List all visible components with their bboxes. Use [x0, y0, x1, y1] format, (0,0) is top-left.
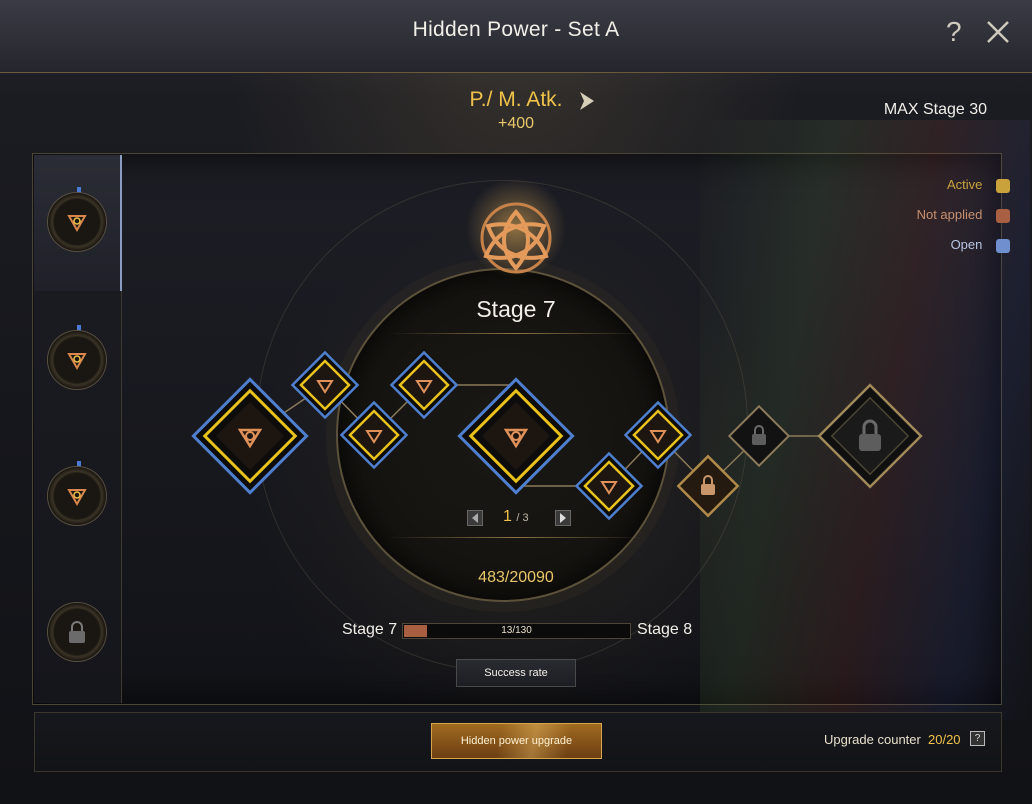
arrow-right-icon	[560, 513, 566, 523]
close-icon[interactable]	[984, 18, 1012, 46]
lock-icon	[69, 621, 85, 643]
legend-open: Open	[951, 237, 1010, 253]
prev-page-button[interactable]	[467, 510, 483, 526]
sidebar-slot-3[interactable]	[34, 427, 120, 563]
next-page-button[interactable]	[555, 510, 571, 526]
stage-progress-bar: 13/130	[402, 623, 631, 639]
triquetra-emblem-icon	[466, 178, 566, 278]
upgrade-counter-label: Upgrade counter	[824, 732, 921, 747]
next-stat-arrow-icon[interactable]	[578, 90, 596, 112]
hidden-power-window: Hidden Power - Set A ? P./ M. Atk. +400 …	[0, 0, 1032, 804]
legend-open-label: Open	[950, 237, 983, 252]
hidden-power-upgrade-button[interactable]: Hidden power upgrade	[431, 723, 602, 759]
page-current: 1	[503, 508, 512, 525]
exp-value: 483/20090	[478, 569, 554, 586]
help-icon[interactable]: ?	[946, 16, 962, 48]
legend-not-applied-label: Not applied	[916, 207, 983, 222]
upgrade-counter-value: 20/20	[928, 732, 961, 747]
legend-not-applied-swatch	[996, 208, 1010, 223]
slot-ring	[48, 603, 106, 661]
set-sidebar	[34, 155, 122, 703]
slot-ring	[48, 331, 106, 389]
slot-ring	[48, 467, 106, 525]
legend-open-swatch	[996, 238, 1010, 253]
page-total: / 3	[516, 512, 529, 524]
stage-title: Stage 7	[476, 296, 556, 322]
stage-to-label: Stage 8	[637, 621, 693, 638]
divider-bottom	[388, 537, 644, 538]
legend-active: Active	[947, 177, 1010, 193]
divider-top	[388, 333, 644, 334]
page-indicator: 1 / 3	[503, 508, 529, 526]
triquetra-icon	[67, 215, 87, 233]
stat-name: P./ M. Atk.	[469, 88, 563, 111]
window-title: Hidden Power - Set A	[412, 18, 620, 41]
stage-progress-text: 13/130	[501, 625, 532, 636]
arrow-left-icon	[472, 513, 478, 523]
slot-ring	[48, 193, 106, 251]
stat-value: +400	[497, 115, 535, 132]
legend-active-swatch	[996, 178, 1010, 193]
stage-from-label: Stage 7	[342, 621, 398, 638]
legend-not-applied: Not applied	[917, 207, 1010, 223]
legend-active-label: Active	[946, 177, 983, 192]
triquetra-icon	[67, 489, 87, 507]
success-rate-button[interactable]: Success rate	[456, 659, 576, 687]
upgrade-counter-help-icon[interactable]: ?	[970, 731, 985, 746]
triquetra-icon	[67, 353, 87, 371]
max-stage-label: MAX Stage 30	[883, 101, 987, 118]
sidebar-slot-1[interactable]	[34, 155, 122, 291]
